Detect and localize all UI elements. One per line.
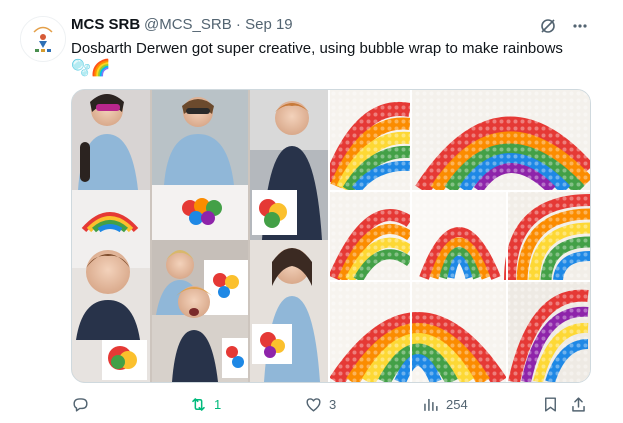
tweet-card[interactable]: MCS SRB @MCS_SRB · Sep 19 Dosbarth Derwe… bbox=[0, 0, 623, 423]
tweet-emoji: 🫧🌈 bbox=[71, 60, 111, 77]
like-count: 3 bbox=[329, 396, 337, 412]
tweet-text: Dosbarth Derwen got super creative, usin… bbox=[71, 40, 563, 57]
bookmark-icon bbox=[545, 396, 556, 412]
rainbow-bottom-right bbox=[508, 282, 590, 382]
tweet-date[interactable]: Sep 19 bbox=[245, 16, 293, 33]
rainbow-top-left bbox=[323, 90, 412, 194]
handle[interactable]: @MCS_SRB bbox=[144, 16, 232, 33]
repost-button[interactable]: 1 bbox=[189, 393, 221, 415]
rainbow-collage bbox=[323, 90, 590, 382]
separator: · bbox=[235, 16, 241, 33]
more-icon[interactable] bbox=[571, 17, 589, 35]
rainbow-top-big bbox=[412, 90, 590, 195]
views-count: 254 bbox=[446, 396, 468, 412]
rainbow-mid-left bbox=[328, 192, 414, 283]
like-icon bbox=[306, 397, 321, 412]
reply-icon bbox=[73, 397, 88, 412]
avatar[interactable] bbox=[20, 16, 66, 62]
school-logo bbox=[21, 17, 65, 61]
tweet-actions: 1 3 254 bbox=[71, 393, 591, 415]
repost-icon bbox=[192, 397, 205, 411]
views-icon bbox=[424, 398, 438, 411]
tweet-header: MCS SRB @MCS_SRB · Sep 19 bbox=[71, 16, 611, 36]
reply-button[interactable] bbox=[71, 393, 90, 415]
share-button[interactable] bbox=[569, 393, 588, 415]
rainbow-bottom-big bbox=[329, 282, 507, 382]
grok-icon[interactable] bbox=[539, 17, 557, 35]
photo-collage-left[interactable] bbox=[72, 90, 328, 382]
handle-line: @MCS_SRB · Sep 19 bbox=[144, 16, 293, 33]
tweet-media[interactable] bbox=[71, 89, 591, 383]
rainbow-mid-center bbox=[412, 192, 506, 280]
rainbow-mid-right bbox=[504, 192, 590, 281]
bookmark-button[interactable] bbox=[541, 393, 560, 415]
repost-count: 1 bbox=[214, 396, 222, 412]
views-button[interactable]: 254 bbox=[421, 393, 468, 415]
photo-collage-right[interactable] bbox=[323, 90, 590, 382]
classroom-collage bbox=[72, 90, 328, 382]
share-icon bbox=[572, 396, 585, 412]
like-button[interactable]: 3 bbox=[304, 393, 336, 415]
display-name[interactable]: MCS SRB bbox=[71, 16, 140, 33]
